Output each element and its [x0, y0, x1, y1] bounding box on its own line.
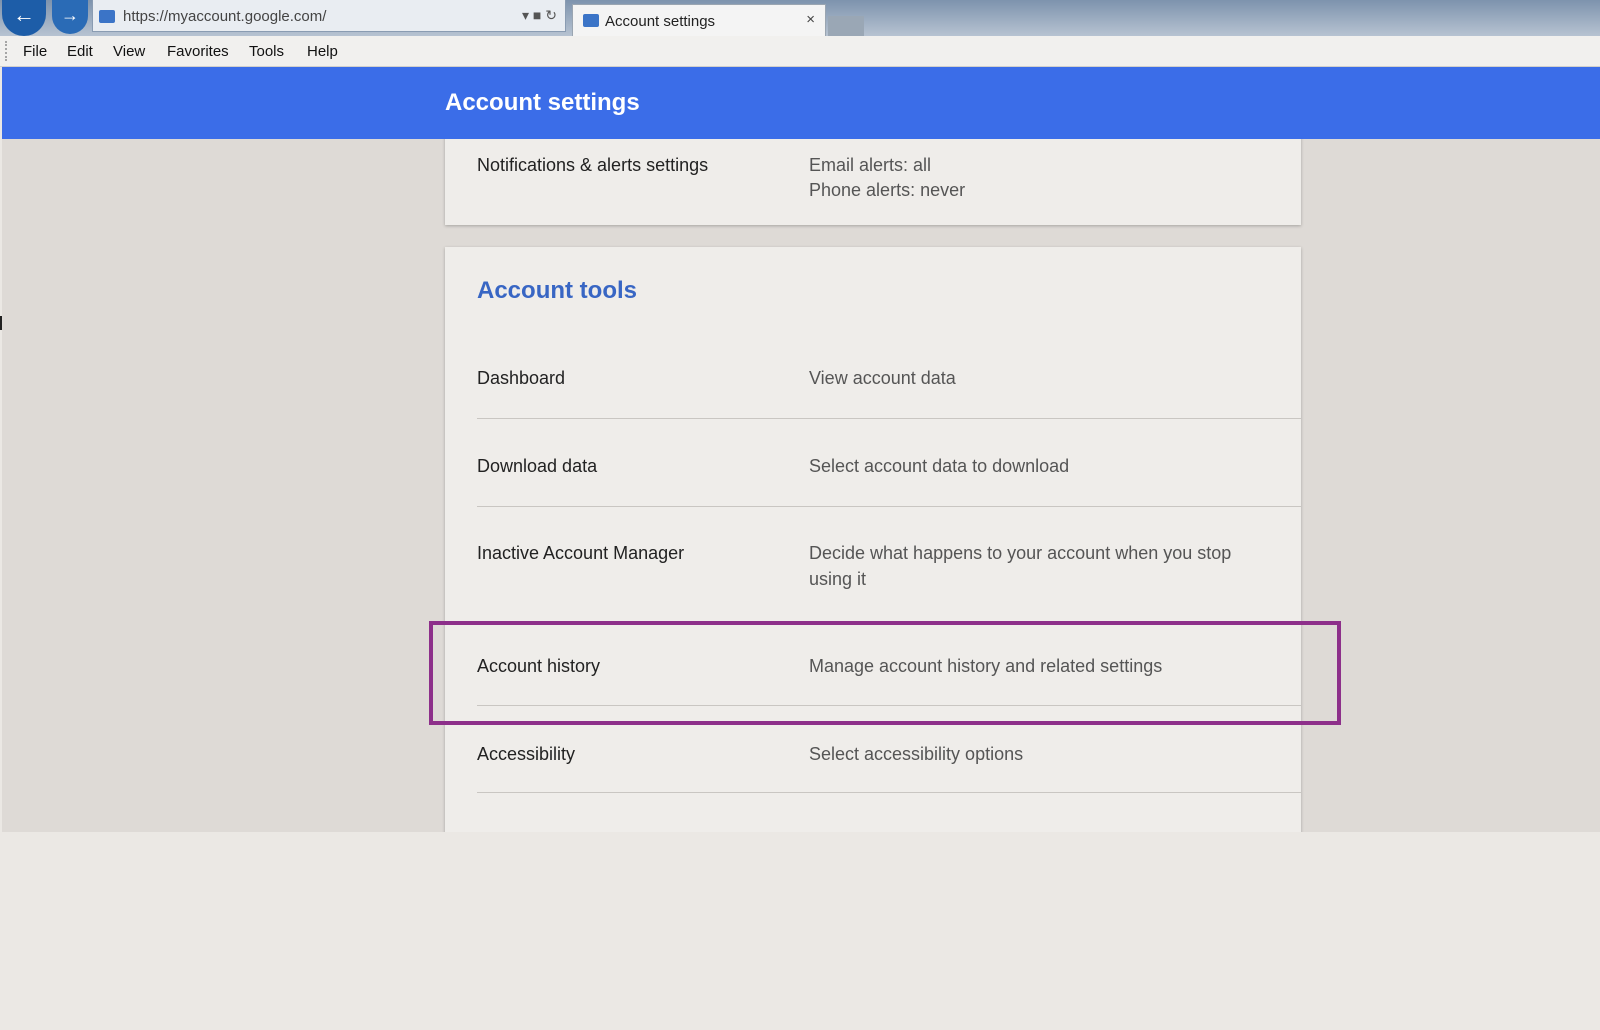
row-label-dashboard[interactable]: Dashboard	[477, 368, 565, 389]
back-arrow-icon[interactable]: ←	[2, 0, 46, 36]
notifications-email-value: Email alerts: all	[809, 155, 932, 175]
row-value-accessibility[interactable]: Select accessibility options	[809, 742, 1023, 767]
divider	[477, 506, 1301, 507]
row-label-download-data[interactable]: Download data	[477, 456, 597, 477]
app-header: Account settings	[2, 67, 1600, 139]
tab-title: Account settings	[605, 13, 716, 30]
address-controls[interactable]: ▾ ■ ↻	[522, 7, 557, 24]
forward-arrow-icon[interactable]: →	[52, 0, 88, 34]
site-icon	[583, 14, 599, 27]
row-label-inactive-account-manager[interactable]: Inactive Account Manager	[477, 543, 684, 564]
site-icon	[99, 10, 115, 23]
tab-account-settings[interactable]: Account settings ×	[572, 4, 826, 36]
row-value-inactive-account-manager-cont[interactable]: using it	[809, 567, 866, 592]
menu-item-help[interactable]: Help	[307, 43, 338, 60]
new-tab-button[interactable]	[828, 16, 864, 36]
address-bar[interactable]: https://myaccount.google.com/ ▾ ■ ↻	[92, 0, 566, 32]
menu-item-tools[interactable]: Tools	[249, 43, 284, 60]
notifications-card: Notifications & alerts settings Email al…	[445, 139, 1301, 225]
row-value-dashboard[interactable]: View account data	[809, 366, 956, 391]
divider	[477, 792, 1301, 793]
notifications-label[interactable]: Notifications & alerts settings	[477, 155, 708, 176]
row-label-accessibility[interactable]: Accessibility	[477, 744, 575, 765]
main-content: Notifications & alerts settings Email al…	[2, 139, 1600, 832]
browser-titlebar: ← → https://myaccount.google.com/ ▾ ■ ↻ …	[0, 0, 1600, 36]
section-heading: Account tools	[477, 277, 637, 304]
menu-item-favorites[interactable]: Favorites	[167, 43, 229, 60]
notifications-phone-value: Phone alerts: never	[809, 180, 966, 200]
row-value-download-data[interactable]: Select account data to download	[809, 454, 1069, 479]
row-value-inactive-account-manager[interactable]: Decide what happens to your account when…	[809, 541, 1231, 566]
text-cursor	[0, 316, 2, 330]
menu-bar: File Edit View Favorites Tools Help	[0, 36, 1600, 67]
page-title: Account settings	[445, 89, 640, 116]
account-tools-card: Account tools Dashboard View account dat…	[445, 247, 1301, 832]
divider	[477, 418, 1301, 419]
menu-item-edit[interactable]: Edit	[67, 43, 93, 60]
menu-item-file[interactable]: File	[23, 43, 47, 60]
highlight-box	[429, 621, 1341, 725]
menu-item-view[interactable]: View	[113, 43, 145, 60]
close-icon[interactable]: ×	[806, 11, 815, 28]
menu-grip	[5, 41, 10, 61]
address-url[interactable]: https://myaccount.google.com/	[123, 8, 326, 25]
